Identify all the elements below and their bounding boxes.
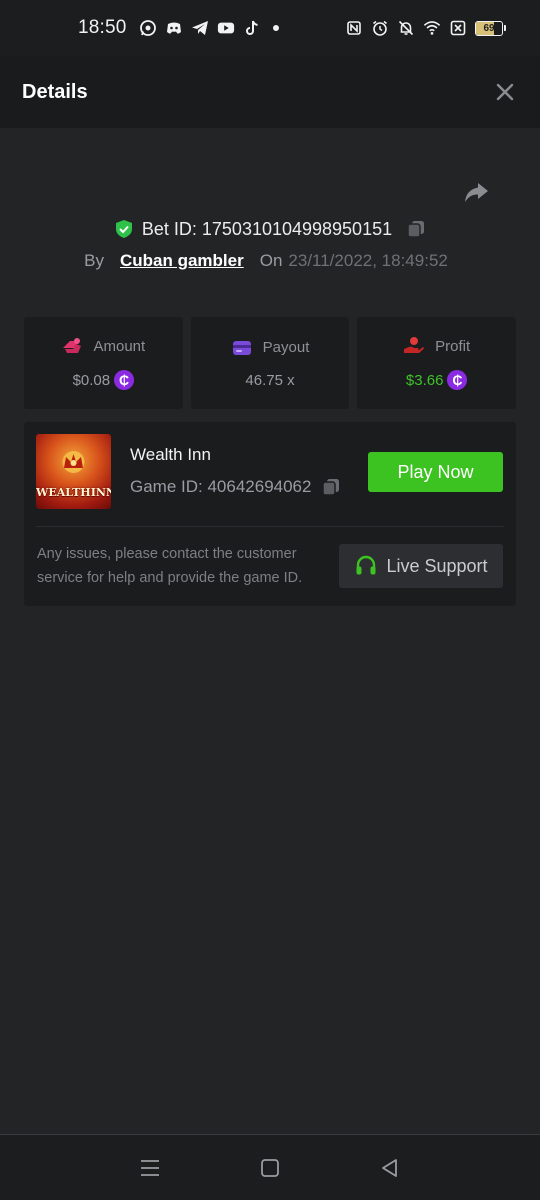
amount-icon — [63, 338, 82, 353]
support-help-text: Any issues, please contact the customer … — [37, 546, 303, 586]
battery-tip — [504, 25, 506, 31]
coin-icon: ₵ — [114, 370, 135, 390]
stat-header: Payout — [231, 338, 310, 358]
on-label: On — [259, 251, 283, 270]
status-time: 18:50 — [78, 17, 127, 38]
stat-value: $0.08 ₵ — [73, 370, 135, 390]
user-profile-link[interactable]: Cuban gambler — [120, 251, 244, 271]
stat-value: $3.66 ₵ — [406, 370, 468, 390]
stat-value: 46.75 x — [245, 372, 294, 389]
profit-icon — [404, 337, 425, 353]
mute-bell-icon — [397, 19, 415, 37]
bet-stats: Amount $0.08 ₵ Payout 46.75 x Profit $3.… — [24, 317, 517, 409]
nfc-icon — [345, 19, 363, 37]
share-icon — [465, 183, 488, 202]
recents-button[interactable] — [135, 1153, 165, 1183]
close-icon — [496, 83, 514, 101]
amount-value: $0.08 — [72, 371, 111, 389]
coin-icon: ₵ — [447, 370, 468, 390]
system-icons: 69 — [345, 19, 506, 37]
stat-header: Amount — [61, 336, 145, 356]
stat-amount: Amount $0.08 ₵ — [24, 317, 183, 409]
share-button[interactable] — [462, 178, 490, 206]
telegram-icon — [191, 19, 209, 37]
stat-label: Amount — [93, 337, 146, 355]
status-bar: 18:50 69 — [0, 0, 540, 56]
play-now-button[interactable]: Play Now — [368, 452, 503, 492]
game-id-row: Game ID: 40642694062 — [130, 477, 341, 497]
whatsapp-icon — [139, 19, 157, 37]
game-art-icon — [62, 451, 85, 473]
youtube-icon — [217, 19, 235, 37]
copy-icon — [407, 221, 425, 238]
game-id: Game ID: 40642694062 — [130, 477, 312, 496]
stat-profit: Profit $3.66 ₵ — [357, 317, 517, 409]
tiktok-icon — [243, 19, 261, 37]
payout-icon — [232, 340, 251, 355]
bet-timestamp: 23/11/2022, 18:49:52 — [288, 251, 448, 270]
live-support-label: Live Support — [386, 555, 488, 576]
sim-off-icon — [449, 19, 467, 37]
close-button[interactable] — [492, 79, 518, 105]
battery-icon: 69 — [475, 20, 503, 36]
home-square-icon — [261, 1158, 279, 1177]
game-card: WEALTHINN Wealth Inn Game ID: 4064269406… — [24, 422, 516, 606]
home-button[interactable] — [255, 1153, 285, 1183]
verified-shield-icon — [115, 220, 132, 238]
back-triangle-icon — [382, 1158, 397, 1177]
game-thumbnail[interactable]: WEALTHINN — [36, 434, 111, 509]
profit-value: $3.66 — [405, 371, 444, 389]
stat-payout: Payout 46.75 x — [190, 317, 350, 409]
copy-icon — [322, 479, 340, 496]
menu-icon — [141, 1159, 159, 1176]
payout-value: 46.75 x — [245, 371, 295, 389]
discord-icon — [165, 19, 183, 37]
back-button[interactable] — [375, 1153, 405, 1183]
bet-id-row: Bet ID: 1750310104998950151 — [0, 214, 540, 244]
battery-indicator: 69 — [475, 20, 506, 36]
game-name: Wealth Inn — [130, 445, 211, 464]
system-nav-bar — [0, 1134, 540, 1200]
bet-author-row: By Cuban gambler On 23/11/2022, 18:49:52 — [0, 247, 540, 275]
notification-icons — [139, 19, 261, 37]
wifi-icon — [423, 19, 441, 37]
stat-label: Profit — [435, 337, 471, 355]
by-label: By — [84, 251, 104, 270]
alarm-icon — [371, 19, 389, 37]
more-notifications-dot — [272, 25, 279, 31]
copy-game-id-button[interactable] — [321, 477, 341, 497]
page-title: Details — [22, 80, 88, 103]
live-support-button[interactable]: Live Support — [339, 544, 503, 588]
headset-icon — [356, 555, 376, 575]
stat-header: Profit — [403, 336, 470, 356]
divider — [36, 526, 504, 527]
details-header: Details — [0, 56, 540, 128]
copy-bet-id-button[interactable] — [406, 219, 426, 239]
game-thumbnail-title: WEALTHINN — [36, 486, 111, 499]
battery-level: 69 — [483, 22, 495, 34]
stat-label: Payout — [262, 339, 310, 356]
bet-id: Bet ID: 1750310104998950151 — [141, 218, 393, 239]
